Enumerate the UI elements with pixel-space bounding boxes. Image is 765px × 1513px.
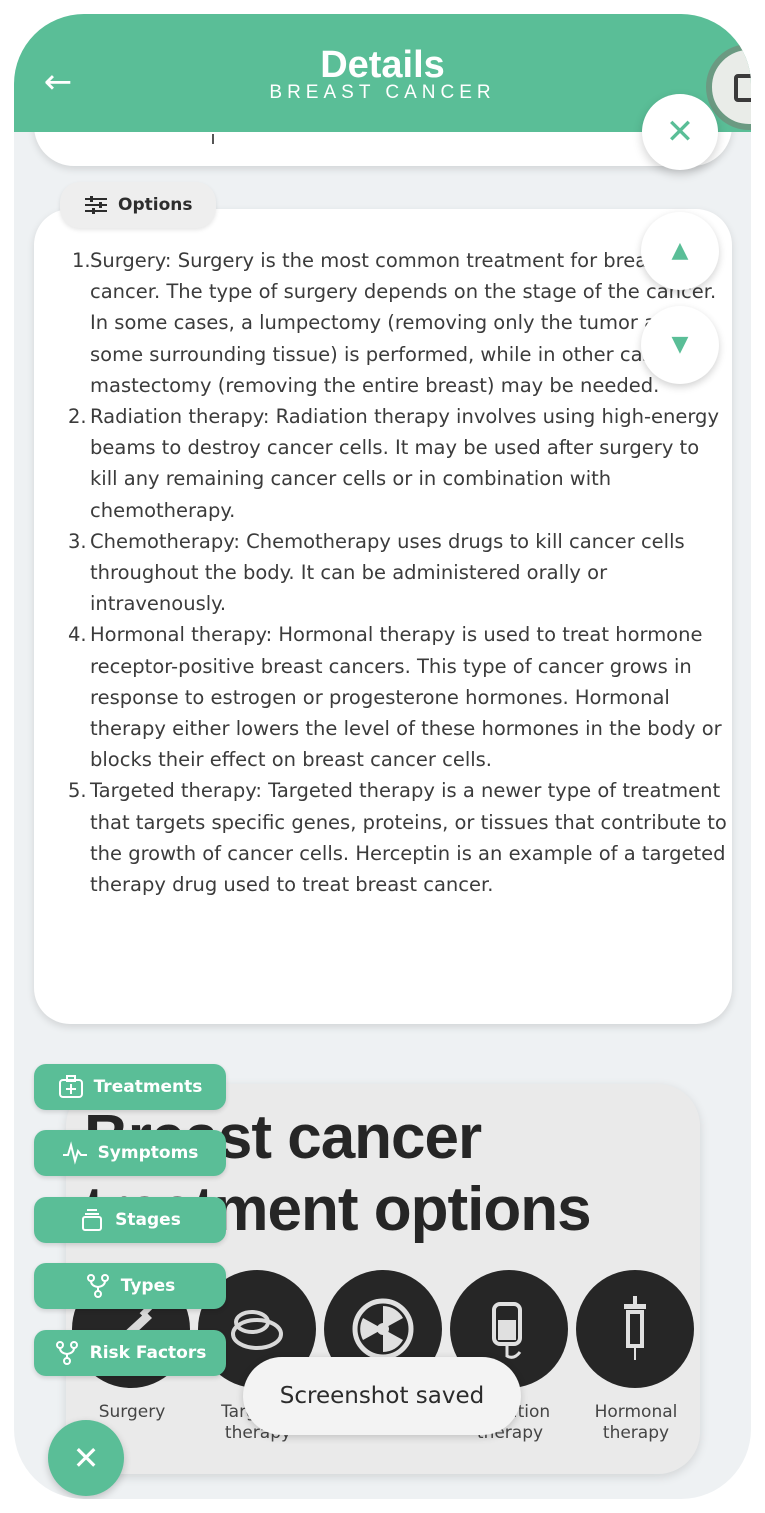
close-menu-button[interactable]: ✕ <box>48 1420 124 1496</box>
risk-factors-label: Risk Factors <box>89 1343 207 1363</box>
list-item-text: Hormonal therapy: Hormonal therapy is us… <box>90 623 722 772</box>
list-item: 4. Hormonal therapy: Hormonal therapy is … <box>68 623 722 772</box>
stages-button[interactable]: Stages <box>34 1197 226 1243</box>
scroll-down-button[interactable]: ▼ <box>641 306 719 384</box>
page-subtitle: BREAST CANCER <box>269 82 496 103</box>
list-item-text: Radiation therapy: Radiation therapy inv… <box>90 405 719 522</box>
triangle-up-icon: ▲ <box>671 238 689 263</box>
branch-icon <box>86 1274 109 1298</box>
symptoms-button[interactable]: Symptoms <box>34 1130 226 1176</box>
treatments-button[interactable]: Treatments <box>34 1064 226 1110</box>
toast-message: Screenshot saved <box>243 1357 521 1435</box>
options-button[interactable]: Options <box>60 182 216 228</box>
medical-kit-icon <box>58 1075 83 1098</box>
types-label: Types <box>120 1276 176 1296</box>
list-item-text: Surgery: Surgery is the most common trea… <box>90 249 717 397</box>
edit-icon <box>734 74 751 102</box>
list-item: 1. Surgery: Surgery is the most common tr… <box>72 249 717 397</box>
close-button[interactable]: ✕ <box>642 94 718 170</box>
stages-label: Stages <box>115 1210 181 1230</box>
types-button[interactable]: Types <box>34 1263 226 1309</box>
sliders-icon <box>85 196 107 214</box>
list-item: 2. Radiation therapy: Radiation therapy i… <box>68 405 719 522</box>
symptoms-label: Symptoms <box>97 1143 199 1163</box>
pulse-icon <box>62 1141 87 1165</box>
triangle-down-icon: ▼ <box>671 332 689 357</box>
list-item: 5. Targeted therapy: Targeted therapy is … <box>68 779 727 897</box>
list-item-text: Targeted therapy: Targeted therapy is a … <box>90 779 727 897</box>
app-header: ← Details BREAST CANCER <box>14 14 751 132</box>
layers-icon <box>82 1209 103 1231</box>
text-fragment <box>212 134 214 144</box>
treatment-list: 1. Surgery: Surgery is the most common tr… <box>34 209 732 900</box>
syringe-icon <box>576 1270 694 1388</box>
caption-hormonal-therapy: Hormonal therapy <box>594 1402 678 1443</box>
list-item-text: Chemotherapy: Chemotherapy uses drugs to… <box>90 529 685 616</box>
branch-icon <box>55 1341 78 1365</box>
app-screen: ← Details BREAST CANCER ✕ 1. Surgery: Sur… <box>14 14 751 1499</box>
risk-factors-button[interactable]: Risk Factors <box>34 1330 226 1376</box>
options-label: Options <box>118 195 193 215</box>
list-item: 3. Chemotherapy: Chemotherapy uses drugs … <box>68 529 685 616</box>
page-title: Details <box>320 44 445 86</box>
scroll-up-button[interactable]: ▲ <box>641 212 719 290</box>
treatments-label: Treatments <box>93 1077 203 1097</box>
treatment-details-card: 1. Surgery: Surgery is the most common tr… <box>34 209 732 1024</box>
